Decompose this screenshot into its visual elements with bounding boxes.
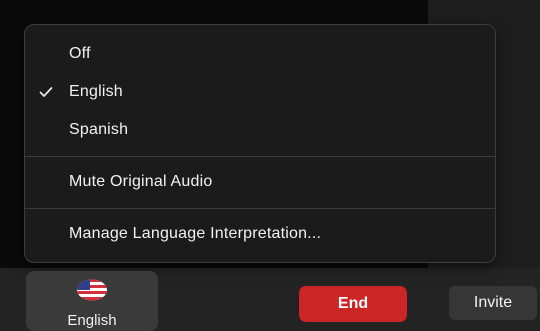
invite-button[interactable]: Invite bbox=[449, 286, 537, 320]
menu-divider bbox=[25, 156, 495, 157]
menu-item-english[interactable]: English bbox=[25, 77, 495, 107]
checkmark-icon bbox=[39, 87, 53, 97]
menu-item-label: Off bbox=[69, 45, 91, 62]
mute-original-audio-item[interactable]: Mute Original Audio bbox=[25, 167, 495, 197]
menu-item-off[interactable]: Off bbox=[25, 39, 495, 69]
invite-button-label: Invite bbox=[473, 294, 513, 311]
menu-item-label: Manage Language Interpretation... bbox=[69, 225, 322, 242]
end-button-label: End bbox=[337, 295, 369, 312]
end-button[interactable]: End bbox=[299, 286, 407, 322]
manage-language-interpretation-item[interactable]: Manage Language Interpretation... bbox=[25, 219, 495, 249]
us-flag-icon bbox=[77, 279, 107, 301]
menu-divider bbox=[25, 208, 495, 209]
menu-item-label: Spanish bbox=[69, 121, 129, 138]
menu-item-label: English bbox=[69, 83, 123, 100]
language-button-label: English bbox=[67, 312, 117, 329]
menu-item-label: Mute Original Audio bbox=[69, 173, 213, 190]
language-interpretation-menu: Off English Spanish Mute Original Audio … bbox=[24, 24, 496, 263]
menu-item-spanish[interactable]: Spanish bbox=[25, 115, 495, 145]
